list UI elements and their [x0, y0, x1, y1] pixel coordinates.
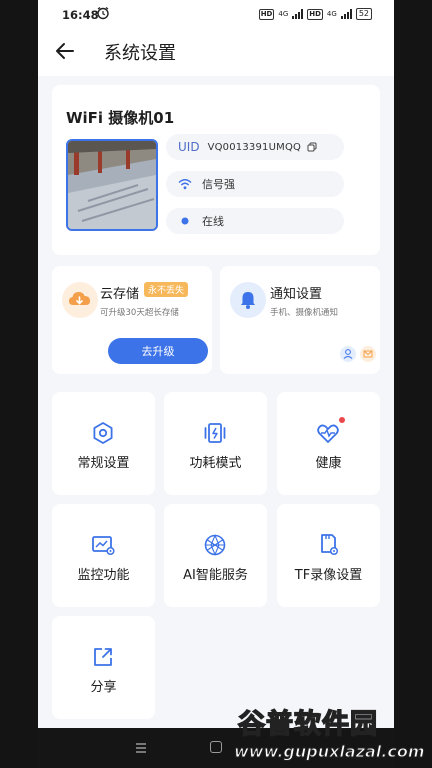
home-icon[interactable] — [210, 741, 222, 753]
mail-icon — [360, 346, 376, 362]
tile-tf-recording[interactable]: TF录像设置 — [277, 504, 380, 607]
notify-title: 通知设置 — [270, 287, 323, 302]
watermark-url: www.gupuxlazal.com — [234, 742, 426, 762]
alarm-icon — [97, 6, 109, 20]
online-dot-icon — [181, 217, 189, 225]
page-title: 系统设置 — [104, 43, 176, 64]
share-icon — [94, 648, 112, 666]
uid-label: UID — [178, 140, 200, 154]
ai-globe-icon — [204, 534, 226, 556]
signal-bars-icon — [292, 9, 304, 19]
cloud-download-icon — [69, 292, 90, 305]
uid-value: VQ0013391UMQQ — [207, 141, 302, 153]
status-bar: 16:48 HD 4G HD 4G 52 — [38, 0, 394, 28]
tile-monitor-function[interactable]: 监控功能 — [52, 504, 155, 607]
tile-label: 常规设置 — [77, 456, 130, 471]
uid-pill: UID VQ0013391UMQQ — [166, 134, 344, 160]
online-status: 在线 — [202, 215, 224, 228]
copy-icon[interactable] — [307, 142, 317, 152]
settings-screen: 16:48 HD 4G HD 4G 52 系统设置 WiFi 摄像机01 UID… — [38, 0, 394, 768]
tile-label: 监控功能 — [77, 568, 130, 583]
wifi-icon — [178, 179, 192, 190]
signal-bars-icon-2 — [340, 9, 352, 19]
cloud-title: 云存储 — [100, 287, 140, 302]
tile-label: 功耗模式 — [189, 456, 242, 471]
arrow-left-icon[interactable] — [54, 40, 76, 62]
upgrade-button[interactable]: 去升级 — [108, 338, 208, 364]
camera-card: WiFi 摄像机01 UID VQ0013391UMQQ 信号强 在线 — [52, 85, 380, 255]
tile-label: TF录像设置 — [294, 568, 363, 583]
camera-preview-image — [68, 141, 156, 229]
camera-preview-thumbnail[interactable] — [66, 139, 158, 231]
tile-general-settings[interactable]: 常规设置 — [52, 392, 155, 495]
hexagon-gear-icon — [93, 422, 113, 444]
alert-dot — [339, 417, 345, 423]
tile-ai-service[interactable]: AI智能服务 — [164, 504, 267, 607]
status-indicators: HD 4G HD 4G 52 — [258, 8, 372, 20]
cloud-badge: 永不丢失 — [144, 282, 189, 297]
tile-health[interactable]: 健康 — [277, 392, 380, 495]
battery-icon: 52 — [355, 8, 372, 20]
tile-label: 健康 — [315, 456, 342, 471]
user-icon — [340, 346, 356, 362]
camera-name: WiFi 摄像机01 — [66, 109, 175, 127]
bell-icon-wrap — [230, 282, 266, 318]
sd-card-icon — [321, 534, 339, 556]
network-type: 4G — [278, 10, 289, 18]
tile-label: 分享 — [90, 680, 117, 695]
network-type-2: 4G — [326, 10, 337, 18]
cloud-storage-card[interactable]: 云存储 永不丢失 可升级30天超长存储 去升级 — [52, 266, 212, 374]
status-time: 16:48 — [62, 8, 99, 22]
monitor-chart-icon — [92, 536, 115, 556]
tile-share[interactable]: 分享 — [52, 616, 155, 719]
signal-pill: 信号强 — [166, 171, 344, 197]
bell-icon — [241, 292, 255, 309]
menu-icon[interactable] — [134, 742, 148, 754]
online-pill: 在线 — [166, 208, 344, 234]
tile-power-mode[interactable]: 功耗模式 — [164, 392, 267, 495]
signal-text: 信号强 — [202, 178, 235, 191]
hd-badge: HD — [258, 8, 275, 20]
app-header: 系统设置 — [38, 28, 394, 76]
tile-label: AI智能服务 — [183, 568, 248, 583]
hd-badge-2: HD — [307, 8, 323, 20]
cloud-subtitle: 可升级30天超长存储 — [100, 308, 179, 318]
notify-subtitle: 手机、摄像机通知 — [270, 308, 339, 318]
battery-mode-icon — [204, 423, 226, 443]
cloud-icon-wrap — [62, 282, 98, 318]
watermark: 谷普软件园 www.gupuxlazal.com — [234, 702, 426, 766]
heart-pulse-icon — [317, 424, 339, 443]
notification-settings-card[interactable]: 通知设置 手机、摄像机通知 — [220, 266, 380, 374]
watermark-title: 谷普软件园 — [237, 708, 378, 741]
